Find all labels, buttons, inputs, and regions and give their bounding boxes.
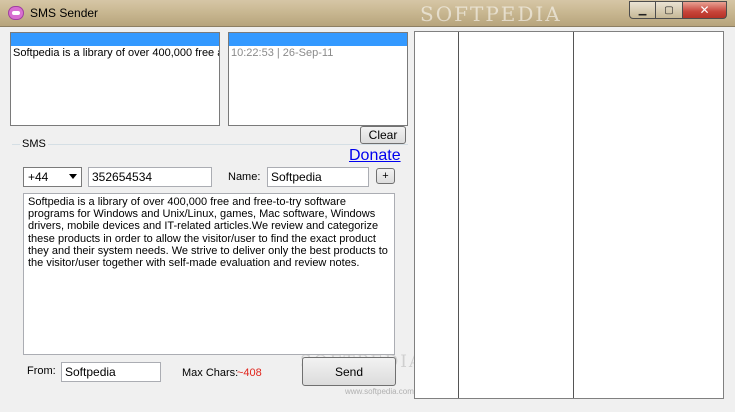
send-button[interactable]: Send bbox=[302, 357, 396, 386]
list-selection-bar[interactable] bbox=[229, 33, 407, 46]
contacts-grid[interactable] bbox=[414, 31, 724, 399]
max-chars-label: Max Chars: bbox=[182, 367, 239, 379]
chevron-down-icon[interactable] bbox=[69, 174, 77, 179]
sent-messages-list[interactable]: Softpedia is a library of over 400,000 f… bbox=[10, 32, 220, 126]
country-code-select[interactable]: +44 bbox=[23, 167, 82, 187]
sms-group-label: SMS bbox=[20, 138, 48, 150]
column-divider bbox=[573, 32, 574, 398]
sms-bubble-icon bbox=[8, 6, 24, 20]
message-textarea[interactable]: Softpedia is a library of over 400,000 f… bbox=[23, 193, 395, 355]
phone-number-field[interactable]: 352654534 bbox=[88, 167, 212, 187]
max-chars-value: ~408 bbox=[237, 367, 262, 379]
group-border bbox=[12, 144, 408, 145]
softpedia-url-watermark: www.softpedia.com bbox=[345, 387, 414, 396]
column-divider bbox=[458, 32, 459, 398]
sent-times-list[interactable]: 10:22:53 | 26-Sep-11 bbox=[228, 32, 408, 126]
name-field[interactable]: Softpedia bbox=[267, 167, 369, 187]
add-contact-button[interactable]: + bbox=[376, 168, 395, 184]
close-button[interactable]: ✕ bbox=[683, 1, 727, 19]
list-item[interactable]: 10:22:53 | 26-Sep-11 bbox=[229, 46, 407, 60]
window-title: SMS Sender bbox=[30, 6, 99, 20]
donate-link[interactable]: Donate bbox=[349, 147, 401, 165]
title-bar: SMS Sender SOFTPEDIA ▁ ▢ ✕ bbox=[0, 0, 735, 27]
from-label: From: bbox=[27, 365, 56, 377]
minimize-button[interactable]: ▁ bbox=[629, 1, 656, 19]
name-label: Name: bbox=[228, 171, 261, 183]
from-field[interactable]: Softpedia bbox=[61, 362, 161, 382]
window-controls: ▁ ▢ ✕ bbox=[629, 1, 727, 19]
list-selection-bar[interactable] bbox=[11, 33, 219, 46]
maximize-button[interactable]: ▢ bbox=[656, 1, 683, 19]
clear-button[interactable]: Clear bbox=[360, 126, 406, 144]
titlebar-watermark: SOFTPEDIA bbox=[420, 2, 562, 26]
list-item[interactable]: Softpedia is a library of over 400,000 f… bbox=[11, 46, 219, 60]
country-code-value: +44 bbox=[28, 170, 49, 184]
